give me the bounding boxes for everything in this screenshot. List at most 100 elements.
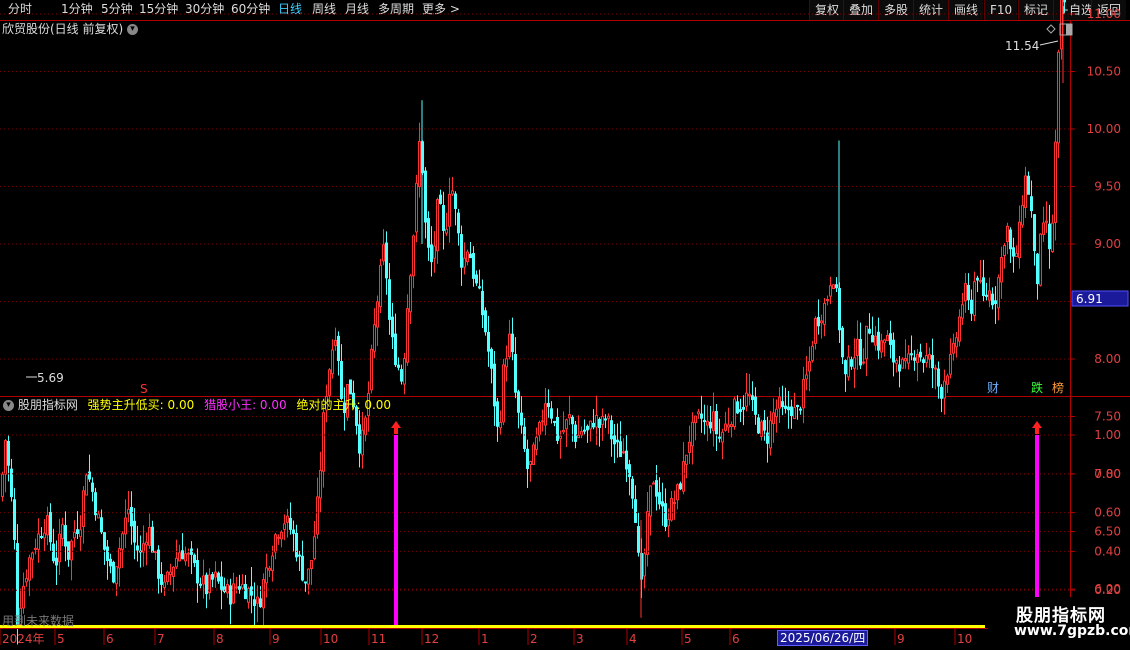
candle [613, 435, 616, 445]
candle [1000, 257, 1003, 283]
candle [1042, 222, 1045, 235]
candle [133, 520, 136, 543]
candle [277, 536, 280, 539]
diamond-icon[interactable] [1046, 24, 1056, 34]
candle [847, 356, 850, 378]
signal-up-arrow-icon [1032, 421, 1042, 434]
time-label: 9 [272, 632, 280, 646]
candle [349, 379, 352, 395]
candle [928, 354, 931, 360]
candle [706, 420, 709, 426]
candle [700, 413, 703, 419]
candle [565, 419, 568, 430]
candle [379, 264, 382, 307]
candle [523, 426, 526, 449]
finance-marker: 财 [987, 381, 999, 395]
candle [982, 277, 985, 297]
candle [802, 379, 805, 409]
candle [511, 333, 514, 353]
candle [184, 553, 187, 562]
candle [304, 581, 307, 584]
candle [1024, 175, 1027, 208]
candle [406, 308, 409, 363]
candle [691, 421, 694, 447]
candle [745, 392, 748, 407]
candle [643, 553, 646, 577]
candle [685, 454, 688, 465]
candle [55, 557, 58, 566]
indicator-tick-label: 0.40 [1094, 544, 1121, 558]
candle [160, 574, 163, 585]
time-label: 5 [57, 632, 65, 646]
candle [307, 568, 310, 585]
candle [361, 429, 364, 456]
candle [682, 461, 685, 492]
candle [505, 358, 508, 368]
drop-marker: 跌 [1031, 380, 1043, 395]
candle [256, 596, 259, 604]
candle [664, 503, 667, 528]
candle [115, 566, 118, 585]
candle [223, 586, 226, 592]
candle [322, 412, 325, 472]
time-label: 4 [629, 632, 637, 646]
candle [250, 586, 253, 596]
candle [25, 578, 28, 583]
time-label: 2 [530, 632, 538, 646]
candle [40, 536, 43, 539]
candle [463, 257, 466, 268]
y-tick-label: 6.50 [1094, 525, 1121, 539]
candle [496, 401, 499, 427]
candle [382, 244, 385, 262]
y-tick-label: 9.00 [1094, 237, 1121, 251]
low-price-label: 5.69 [37, 371, 64, 385]
candle [841, 327, 844, 358]
candle [67, 541, 70, 560]
candle [820, 320, 823, 324]
candle [298, 554, 301, 557]
y-tick-label: 10.50 [1087, 65, 1121, 79]
candle [301, 555, 304, 581]
candle [760, 421, 763, 437]
candle [976, 277, 979, 281]
candle [490, 348, 493, 369]
time-label: 9 [897, 632, 905, 646]
candle [1054, 141, 1057, 223]
candle [469, 253, 472, 259]
candle [340, 360, 343, 399]
candle [373, 324, 376, 352]
candle [433, 245, 436, 259]
candle [661, 501, 664, 507]
candle [292, 529, 295, 534]
candle [964, 283, 967, 302]
candle [448, 193, 451, 227]
time-label: 2024年 [2, 632, 45, 646]
candle [793, 407, 796, 420]
time-label: 6 [732, 632, 740, 646]
candle [931, 355, 934, 369]
candle [427, 218, 430, 248]
candle [73, 531, 76, 539]
candle [790, 406, 793, 417]
indicator-name[interactable]: 股朋指标网 [18, 398, 78, 412]
candle [973, 281, 976, 316]
candle [988, 290, 991, 301]
candle [205, 574, 208, 595]
candle [226, 584, 229, 594]
candle [784, 405, 787, 409]
candle [562, 429, 565, 433]
candle [376, 301, 379, 328]
candle [610, 420, 613, 440]
chevron-down-icon[interactable]: ▾ [3, 400, 14, 411]
kline-chart[interactable]: 11.5011.0010.5010.009.509.008.508.007.50… [0, 0, 1130, 650]
candle [826, 298, 829, 301]
candle [157, 549, 160, 579]
candle [1027, 175, 1030, 195]
candle [334, 340, 337, 347]
candle [178, 552, 181, 562]
candle [694, 415, 697, 424]
candle [709, 421, 712, 429]
candle [703, 420, 706, 423]
candle [58, 533, 61, 563]
candle [166, 571, 169, 583]
